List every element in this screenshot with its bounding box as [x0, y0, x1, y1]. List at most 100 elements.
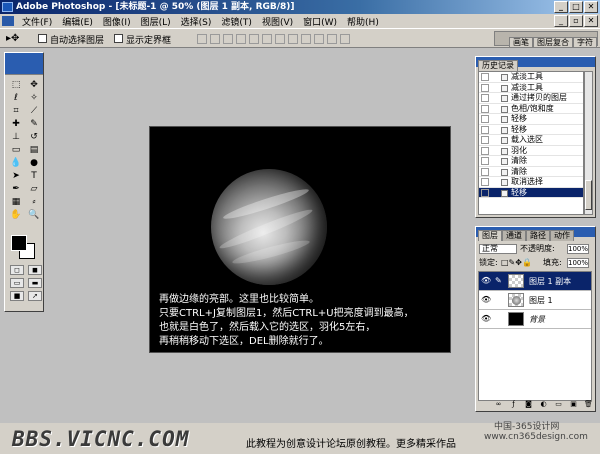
fill-input[interactable]: 100% — [567, 258, 589, 268]
history-source-box[interactable] — [481, 115, 489, 123]
tab-brushes[interactable]: 画笔 — [509, 37, 533, 47]
shape-tool-icon[interactable]: ▱ — [27, 183, 41, 195]
slice-tool-icon[interactable]: ⟋ — [27, 105, 41, 117]
type-tool-icon[interactable]: T — [27, 170, 41, 182]
minimize-button[interactable]: _ — [554, 1, 568, 13]
align-hcenter-icon[interactable] — [249, 34, 259, 44]
crop-tool-icon[interactable]: ⌗ — [9, 105, 23, 117]
adjustment-layer-icon[interactable]: ◐ — [539, 400, 548, 409]
trash-icon[interactable]: 🗑 — [584, 400, 593, 409]
menu-window[interactable]: 窗口(W) — [298, 15, 342, 28]
tab-history[interactable]: 历史记录 — [478, 60, 518, 71]
distribute-hcenter-icon[interactable] — [327, 34, 337, 44]
history-source-box[interactable] — [481, 104, 489, 113]
history-item[interactable]: 羽化 — [479, 146, 583, 156]
history-source-box[interactable] — [481, 125, 489, 134]
history-item[interactable]: 轻移 — [479, 125, 583, 135]
distribute-left-icon[interactable] — [314, 34, 324, 44]
history-scrollbar[interactable] — [584, 71, 593, 215]
new-group-icon[interactable]: ▭ — [554, 400, 563, 409]
history-source-box[interactable] — [481, 167, 489, 176]
full-screen-icon[interactable]: ■ — [10, 291, 24, 301]
layer-row[interactable]: 👁 背景 — [479, 310, 591, 329]
toolbox-header[interactable] — [5, 53, 43, 75]
align-right-icon[interactable] — [262, 34, 272, 44]
history-source-box[interactable] — [481, 83, 489, 92]
eraser-tool-icon[interactable]: ▭ — [9, 144, 23, 156]
tab-paths[interactable]: 路径 — [526, 230, 550, 241]
history-item-selected[interactable]: 轻移 — [479, 187, 583, 198]
close-button[interactable]: ✕ — [584, 1, 598, 13]
history-scroll-thumb[interactable] — [585, 180, 592, 210]
new-layer-icon[interactable]: ▣ — [569, 400, 578, 409]
doc-restore-button[interactable]: ▫ — [569, 15, 583, 27]
opacity-input[interactable]: 100% — [567, 244, 589, 254]
history-item[interactable]: 清除 — [479, 167, 583, 177]
maximize-button[interactable]: □ — [569, 1, 583, 13]
blend-mode-select[interactable]: 正常 — [479, 244, 517, 254]
healing-brush-tool-icon[interactable]: ✚ — [9, 118, 23, 130]
tab-layer-comps[interactable]: 图层复合 — [533, 37, 573, 47]
menu-view[interactable]: 视图(V) — [257, 15, 298, 28]
menu-select[interactable]: 选择(S) — [176, 15, 217, 28]
standard-screen-icon[interactable]: ▭ — [10, 278, 24, 288]
clone-stamp-tool-icon[interactable]: ⊥ — [9, 131, 23, 143]
history-source-box[interactable] — [481, 94, 489, 102]
layer-row[interactable]: 👁 图层 1 — [479, 291, 591, 310]
history-source-box[interactable] — [481, 146, 489, 155]
notes-tool-icon[interactable]: ▦ — [9, 196, 23, 208]
pen-tool-icon[interactable]: ✒ — [9, 183, 23, 195]
history-item[interactable]: 取消选择 — [479, 177, 583, 188]
eye-icon[interactable]: 👁 — [481, 296, 491, 304]
doc-minimize-button[interactable]: _ — [554, 15, 568, 27]
marquee-tool-icon[interactable]: ⬚ — [9, 79, 23, 91]
document-icon[interactable] — [2, 16, 14, 26]
align-left-icon[interactable] — [236, 34, 246, 44]
distribute-bottom-icon[interactable] — [301, 34, 311, 44]
full-screen-menu-icon[interactable]: ▬ — [28, 278, 42, 288]
distribute-right-icon[interactable] — [340, 34, 350, 44]
menu-edit[interactable]: 编辑(E) — [57, 15, 98, 28]
history-item[interactable]: 减淡工具 — [479, 72, 583, 83]
distribute-top-icon[interactable] — [275, 34, 285, 44]
menu-filter[interactable]: 滤镜(T) — [216, 15, 257, 28]
history-source-box[interactable] — [481, 178, 489, 186]
layer-row-selected[interactable]: 👁 ✎ 图层 1 副本 — [479, 272, 591, 291]
align-bottom-icon[interactable] — [223, 34, 233, 44]
foreground-color-swatch[interactable] — [11, 235, 27, 251]
tab-channels[interactable]: 通道 — [502, 230, 526, 241]
eyedropper-tool-icon[interactable]: ⸗ — [27, 196, 41, 208]
layer-mask-icon[interactable]: ◙ — [524, 400, 533, 409]
tab-actions[interactable]: 动作 — [550, 230, 574, 241]
link-layers-icon[interactable]: ∞ — [494, 400, 503, 409]
history-item[interactable]: 色相/饱和度 — [479, 104, 583, 114]
quick-mask-icon[interactable]: ◼ — [28, 265, 42, 275]
history-item[interactable]: 轻移 — [479, 114, 583, 125]
dodge-tool-icon[interactable]: ● — [27, 157, 41, 169]
brush-tool-icon[interactable]: ✎ — [27, 118, 41, 130]
tab-layers[interactable]: 图层 — [478, 230, 502, 241]
history-item[interactable]: 减淡工具 — [479, 83, 583, 93]
lock-icons[interactable]: □✎✥🔒 — [501, 258, 532, 268]
distribute-vcenter-icon[interactable] — [288, 34, 298, 44]
history-brush-tool-icon[interactable]: ↺ — [27, 131, 41, 143]
history-source-box[interactable] — [481, 157, 489, 165]
zoom-tool-icon[interactable]: 🔍 — [27, 209, 41, 221]
align-top-icon[interactable] — [197, 34, 207, 44]
path-selection-tool-icon[interactable]: ➤ — [9, 170, 23, 182]
menu-file[interactable]: 文件(F) — [17, 15, 57, 28]
eye-icon[interactable]: 👁 — [481, 315, 491, 323]
imageready-icon[interactable]: ➚ — [28, 291, 42, 301]
hand-tool-icon[interactable]: ✋ — [9, 209, 23, 221]
auto-select-checkbox[interactable] — [38, 34, 47, 43]
standard-mode-icon[interactable]: ◻ — [10, 265, 24, 275]
align-vcenter-icon[interactable] — [210, 34, 220, 44]
magic-wand-tool-icon[interactable]: ✧ — [27, 92, 41, 104]
document-canvas[interactable]: 再做边缘的亮部。这里也比较简单。 只要CTRL+J复制图层1，然后CTRL+U把… — [149, 126, 451, 353]
history-item[interactable]: 载入选区 — [479, 135, 583, 146]
eye-icon[interactable]: 👁 — [481, 277, 491, 285]
show-bounds-checkbox[interactable] — [114, 34, 123, 43]
move-tool-icon[interactable]: ▸✥ — [6, 32, 28, 45]
layer-style-icon[interactable]: ƒ — [509, 400, 518, 409]
menu-layer[interactable]: 图层(L) — [136, 15, 176, 28]
